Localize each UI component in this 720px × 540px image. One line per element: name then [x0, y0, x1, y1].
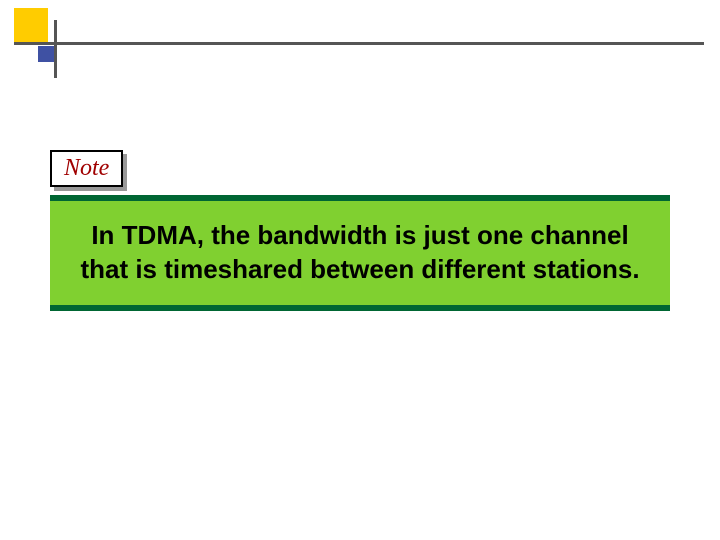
note-block: Note In TDMA, the bandwidth is just one … [50, 150, 670, 311]
note-label: Note [50, 150, 123, 187]
vertical-line [54, 20, 57, 78]
note-text: In TDMA, the bandwidth is just one chann… [76, 219, 644, 287]
yellow-square-icon [14, 8, 48, 42]
header-decoration [14, 8, 704, 78]
horizontal-line [14, 42, 704, 45]
blue-square-icon [38, 46, 54, 62]
note-box: In TDMA, the bandwidth is just one chann… [50, 195, 670, 311]
